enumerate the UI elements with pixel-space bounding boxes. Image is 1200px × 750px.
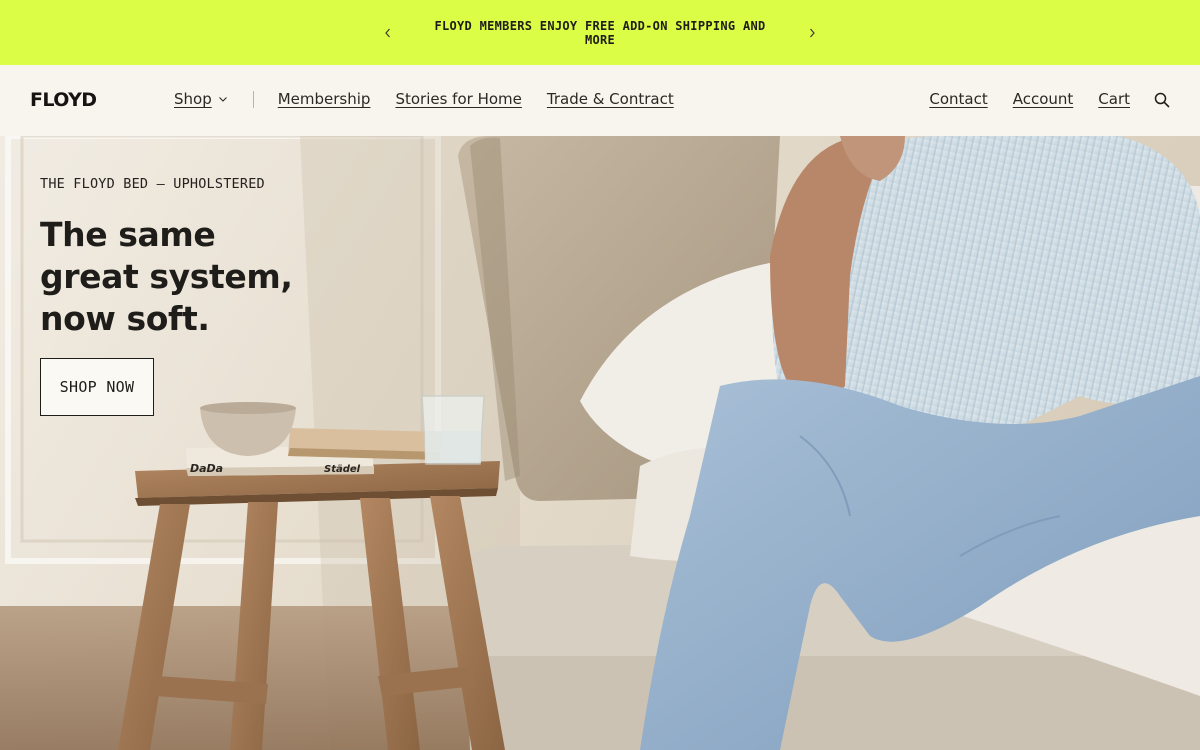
headline-line: now soft. xyxy=(40,299,210,338)
hero-section: DaDa Städel THE FLOYD BED — UPHOLSTERED … xyxy=(0,136,1200,750)
utility-nav: Contact Account Cart xyxy=(904,90,1130,108)
chevron-down-icon[interactable] xyxy=(218,94,228,104)
nav-stories-for-home[interactable]: Stories for Home xyxy=(395,90,521,108)
shop-menu[interactable]: Shop xyxy=(174,90,228,108)
nav-trade-contract[interactable]: Trade & Contract xyxy=(547,90,674,108)
hero-eyebrow: THE FLOYD BED — UPHOLSTERED xyxy=(40,176,265,192)
book-label-dada: DaDa xyxy=(190,462,223,475)
nav-membership[interactable]: Membership xyxy=(278,90,371,108)
floyd-logo[interactable]: FLOYD xyxy=(30,89,97,111)
site-header: FLOYD Shop Membership Stories for Home T… xyxy=(0,65,1200,136)
nav-divider xyxy=(252,90,254,108)
nav-shop[interactable]: Shop xyxy=(174,90,212,108)
promo-banner: FLOYD MEMBERS ENJOY FREE ADD-ON SHIPPING… xyxy=(0,0,1200,65)
headline-line: The same xyxy=(40,215,216,254)
promo-text[interactable]: FLOYD MEMBERS ENJOY FREE ADD-ON SHIPPING… xyxy=(420,19,780,47)
book-label-stadel: Städel xyxy=(324,464,361,475)
search-button[interactable] xyxy=(1153,91,1171,109)
promo-next-button[interactable] xyxy=(790,11,834,55)
chevron-left-icon xyxy=(385,28,390,37)
shop-now-button[interactable]: SHOP NOW xyxy=(40,358,154,416)
promo-prev-button[interactable] xyxy=(366,11,410,55)
hero-copy: THE FLOYD BED — UPHOLSTERED The same gre… xyxy=(40,176,360,340)
nav-account[interactable]: Account xyxy=(1013,90,1074,108)
search-icon xyxy=(1154,92,1170,108)
primary-nav: Shop Membership Stories for Home Trade &… xyxy=(174,90,699,108)
nav-cart[interactable]: Cart xyxy=(1098,90,1130,108)
hero-headline: The same great system, now soft. xyxy=(40,214,360,340)
nav-contact[interactable]: Contact xyxy=(929,90,987,108)
chevron-right-icon xyxy=(810,28,815,37)
headline-line: great system, xyxy=(40,257,293,296)
